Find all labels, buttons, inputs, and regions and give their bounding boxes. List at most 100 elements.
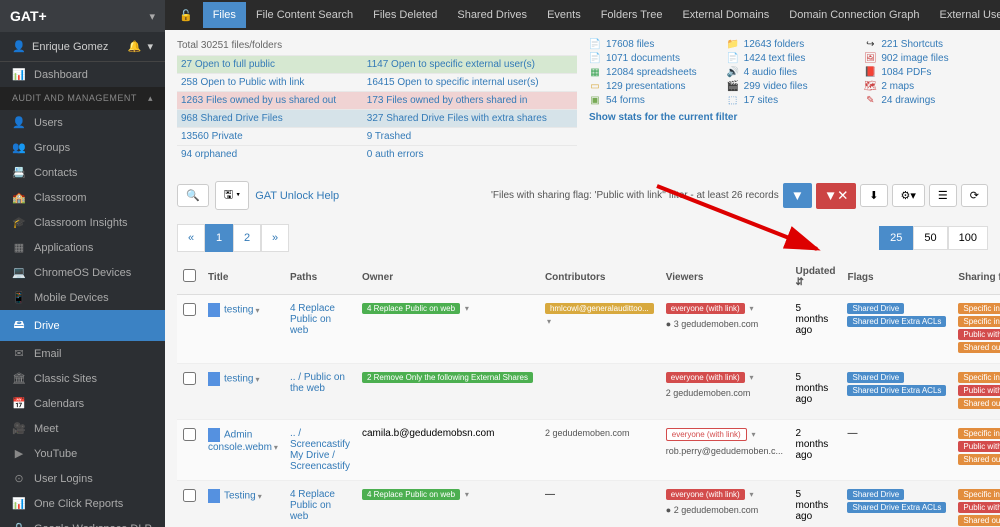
chevron-down-icon[interactable]: ▾ — [274, 443, 278, 452]
export-button[interactable]: 🖫 ▾ — [215, 181, 250, 210]
lock-icon[interactable]: 🔓 — [173, 9, 199, 22]
stat-link[interactable]: 📄1424 text files — [727, 52, 851, 64]
sidebar-item-google-workspace-dlp[interactable]: 🔒Google Workspace DLP — [0, 516, 165, 527]
pager-btn[interactable]: 2 — [233, 224, 261, 252]
stat-link[interactable]: 📄17608 files — [589, 38, 713, 50]
page-size-btn[interactable]: 25 — [879, 226, 913, 250]
clear-filter-button[interactable]: ▼✕ — [816, 183, 856, 209]
row-checkbox[interactable] — [183, 489, 196, 502]
tab-events[interactable]: Events — [537, 2, 591, 28]
chevron-down-icon[interactable]: ▾ — [751, 430, 755, 439]
path-link[interactable]: .. / ScreencastifyMy Drive / Screencasti… — [290, 428, 350, 472]
gat-unlock-link[interactable]: GAT Unlock Help — [255, 190, 339, 202]
tab-domain-connection-graph[interactable]: Domain Connection Graph — [779, 2, 929, 28]
chevron-down-icon[interactable]: ▾ — [255, 375, 259, 384]
sidebar-item-drive[interactable]: 🖴Drive — [0, 310, 165, 341]
sidebar-item-groups[interactable]: 👥Groups — [0, 135, 165, 160]
summary-link[interactable]: 1263 Files owned by us shared out — [181, 95, 336, 106]
sidebar-item-user-logins[interactable]: ⊙User Logins — [0, 466, 165, 491]
stat-link[interactable]: 🖼902 image files — [864, 52, 988, 64]
column-header[interactable]: Paths — [284, 260, 356, 295]
summary-link[interactable]: 94 orphaned — [181, 149, 237, 160]
row-checkbox[interactable] — [183, 428, 196, 441]
tab-external-domains[interactable]: External Domains — [672, 2, 779, 28]
bell-icon[interactable]: 🔔 — [128, 41, 142, 53]
stat-link[interactable]: ▭129 presentations — [589, 80, 713, 92]
summary-link[interactable]: 327 Shared Drive Files with extra shares — [367, 113, 547, 124]
stat-link[interactable]: 📄1071 documents — [589, 52, 713, 64]
chevron-down-icon[interactable]: ▾ — [547, 317, 551, 326]
column-header[interactable]: Sharing flags — [952, 260, 1000, 295]
tab-external-users[interactable]: External Users — [930, 2, 1000, 28]
summary-link[interactable]: 16415 Open to specific internal user(s) — [367, 77, 539, 88]
chevron-down-icon[interactable]: ▾ — [465, 304, 469, 313]
sidebar-item-calendars[interactable]: 📅Calendars — [0, 391, 165, 416]
sidebar-item-one-click-reports[interactable]: 📊One Click Reports — [0, 491, 165, 516]
pager-btn[interactable]: « — [177, 224, 205, 252]
file-title[interactable]: Testing — [224, 491, 256, 502]
page-size-btn[interactable]: 100 — [948, 226, 988, 250]
stat-link[interactable]: ▣54 forms — [589, 94, 713, 106]
sidebar-item-mobile-devices[interactable]: 📱Mobile Devices — [0, 285, 165, 310]
column-header[interactable]: Viewers — [660, 260, 790, 295]
row-checkbox[interactable] — [183, 303, 196, 316]
sidebar-item-dashboard[interactable]: 📊 Dashboard — [0, 62, 165, 87]
sidebar-item-classroom-insights[interactable]: 🎓Classroom Insights — [0, 210, 165, 235]
stat-link[interactable]: ↪221 Shortcuts — [864, 38, 988, 50]
summary-link[interactable]: 27 Open to full public — [181, 59, 275, 70]
column-header[interactable]: Title — [202, 260, 284, 295]
column-header[interactable]: Flags — [841, 260, 952, 295]
refresh-button[interactable]: ⟳ — [961, 184, 988, 207]
sidebar-item-chromeos-devices[interactable]: 💻ChromeOS Devices — [0, 260, 165, 285]
stat-link[interactable]: 🎬299 video files — [727, 80, 851, 92]
tab-folders-tree[interactable]: Folders Tree — [591, 2, 673, 28]
summary-link[interactable]: 0 auth errors — [367, 149, 424, 160]
column-header[interactable]: Updated ⇵ — [789, 260, 841, 295]
chevron-down-icon[interactable]: ▾ — [749, 304, 753, 313]
column-header[interactable] — [177, 260, 202, 295]
column-header[interactable]: Contributors — [539, 260, 660, 295]
summary-link[interactable]: 258 Open to Public with link — [181, 77, 304, 88]
chevron-down-icon[interactable]: ▾ — [147, 41, 153, 53]
pager-btn[interactable]: 1 — [205, 224, 233, 252]
sidebar-item-applications[interactable]: ▦Applications — [0, 235, 165, 260]
show-stats-link[interactable]: Show stats for the current filter — [589, 106, 988, 123]
row-checkbox[interactable] — [183, 372, 196, 385]
sidebar-item-youtube[interactable]: ▶YouTube — [0, 441, 165, 466]
stat-link[interactable]: 📁12643 folders — [727, 38, 851, 50]
sidebar-item-classroom[interactable]: 🏫Classroom — [0, 185, 165, 210]
stat-link[interactable]: 🗺2 maps — [864, 80, 988, 92]
chevron-down-icon[interactable]: ▾ — [749, 373, 753, 382]
filter-button[interactable]: ▼ — [783, 183, 812, 208]
chevron-down-icon[interactable]: ▾ — [255, 306, 259, 315]
path-link[interactable]: 4 Replace Public on web — [290, 489, 335, 522]
column-header[interactable]: Owner — [356, 260, 539, 295]
pager-btn[interactable]: » — [261, 224, 289, 252]
path-link[interactable]: 4 Replace Public on web — [290, 303, 335, 336]
chevron-down-icon[interactable]: ▾ — [149, 10, 155, 23]
select-all-checkbox[interactable] — [183, 269, 196, 282]
chevron-down-icon[interactable]: ▾ — [258, 492, 262, 501]
path-link[interactable]: .. / Public on the web — [290, 372, 345, 394]
stat-link[interactable]: 📕1084 PDFs — [864, 66, 988, 78]
sidebar-section-audit[interactable]: AUDIT AND MANAGEMENT▴ — [0, 87, 165, 110]
settings-button[interactable]: ⚙▾ — [892, 184, 925, 207]
sidebar-item-classic-sites[interactable]: 🏛Classic Sites — [0, 366, 165, 391]
file-title[interactable]: testing — [224, 374, 253, 385]
page-size-btn[interactable]: 50 — [913, 226, 947, 250]
stat-link[interactable]: ▦12084 spreadsheets — [589, 66, 713, 78]
tab-files-deleted[interactable]: Files Deleted — [363, 2, 447, 28]
tab-file-content-search[interactable]: File Content Search — [246, 2, 363, 28]
chevron-down-icon[interactable]: ▾ — [465, 490, 469, 499]
tab-shared-drives[interactable]: Shared Drives — [447, 2, 537, 28]
stat-link[interactable]: ⬚17 sites — [727, 94, 851, 106]
summary-link[interactable]: 13560 Private — [181, 131, 243, 142]
download-button[interactable]: ⬇ — [860, 184, 887, 207]
tab-files[interactable]: Files — [203, 2, 246, 28]
summary-link[interactable]: 9 Trashed — [367, 131, 411, 142]
sidebar-item-users[interactable]: 👤Users — [0, 110, 165, 135]
summary-link[interactable]: 968 Shared Drive Files — [181, 113, 283, 124]
stat-link[interactable]: 🔊4 audio files — [727, 66, 851, 78]
summary-link[interactable]: 1147 Open to specific external user(s) — [367, 59, 535, 70]
columns-button[interactable]: ☰ — [929, 184, 957, 207]
